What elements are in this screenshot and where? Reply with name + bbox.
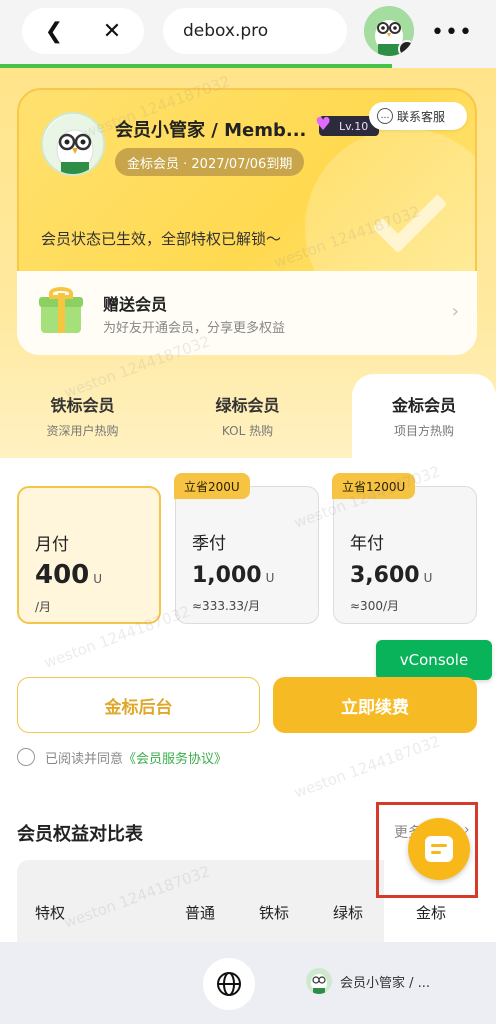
agreement-checkbox[interactable] — [17, 748, 35, 766]
floating-chat-button[interactable] — [408, 818, 470, 880]
gift-subtitle: 为好友开通会员，分享更多权益 — [103, 321, 286, 336]
more-icon: ••• — [431, 19, 473, 45]
nav-pill: ❮ ✕ — [22, 8, 144, 54]
tab-green[interactable]: 绿标会员 KOL 热购 — [165, 374, 330, 458]
globe-icon — [217, 972, 241, 996]
member-name: 会员小管家 / Memb... — [115, 120, 307, 141]
column-header: 铁标 — [259, 904, 290, 922]
watermark: weston 1244187032 — [291, 732, 443, 802]
tab-title: 绿标会员 — [215, 396, 280, 415]
plan-period: 年付 — [350, 534, 384, 554]
close-button[interactable]: ✕ — [82, 8, 142, 54]
owl-avatar-icon — [306, 968, 332, 994]
vconsole-button[interactable]: vConsole — [376, 640, 492, 680]
tab-subtitle: 资深用户热购 — [46, 424, 119, 438]
column-header: 金标 — [416, 904, 447, 922]
plan-price: 3,600 U — [350, 563, 433, 588]
heart-icon: ♥ — [315, 114, 332, 135]
globe-button[interactable] — [203, 958, 255, 1010]
renew-button[interactable]: 立即续费 — [273, 677, 477, 733]
plan-card-yearly[interactable]: 立省1200U 年付 3,600 U ≈300/月 — [332, 473, 477, 624]
agreement-text: 已阅读并同意 — [45, 751, 124, 767]
tab-subtitle: 项目方热购 — [393, 424, 454, 438]
contact-label: 联系客服 — [397, 109, 446, 124]
close-icon: ✕ — [102, 18, 122, 44]
chat-bubble-icon: … — [377, 108, 393, 124]
tab-title: 金标会员 — [391, 396, 456, 415]
savings-tag: 立省1200U — [332, 473, 416, 499]
mini-app-tab[interactable]: 会员小管家 / ... — [306, 968, 430, 994]
savings-tag: 立省200U — [174, 473, 250, 499]
column-header: 特权 — [35, 904, 66, 922]
agreement-link[interactable]: 《会员服务协议》 — [123, 748, 227, 767]
plan-period: 季付 — [192, 534, 226, 554]
gift-box-icon — [39, 287, 83, 333]
plan-card-quarterly[interactable]: 立省200U 季付 1,000 U ≈333.33/月 — [174, 473, 319, 624]
tier-tabs: 铁标会员 资深用户热购 绿标会员 KOL 热购 金标会员 项目方热购 — [0, 374, 496, 458]
message-icon — [425, 836, 453, 862]
membership-page: 会员小管家 / Memb... ♥ Lv.10 … 联系客服 金标会员 · 20… — [0, 68, 496, 1024]
gift-title: 赠送会员 — [103, 295, 168, 314]
more-button[interactable]: ••• — [431, 12, 473, 52]
user-avatar[interactable] — [364, 6, 414, 56]
url-bar[interactable]: debox.pro — [163, 8, 347, 54]
gold-dashboard-button[interactable]: 金标后台 — [17, 677, 260, 733]
plan-price: 400 U — [35, 560, 103, 590]
bottom-bar: 会员小管家 / ... — [0, 942, 496, 1024]
owl-avatar-icon — [43, 114, 103, 174]
benefits-title: 会员权益对比表 — [17, 824, 143, 845]
plan-per-month: ≈300/月 — [350, 599, 400, 613]
plan-per-month: ≈333.33/月 — [192, 599, 261, 613]
column-header: 绿标 — [333, 904, 364, 922]
agreement-row: 已阅读并同意 《会员服务协议》 — [17, 746, 227, 768]
plan-price: 1,000 U — [192, 563, 275, 588]
tab-title: 铁标会员 — [50, 396, 115, 415]
back-icon: ❮ — [44, 18, 64, 44]
gift-membership-row[interactable]: 赠送会员 为好友开通会员，分享更多权益 › — [17, 271, 477, 355]
tab-iron[interactable]: 铁标会员 资深用户热购 — [0, 374, 165, 458]
tab-gold[interactable]: 金标会员 项目方热购 — [352, 374, 496, 458]
membership-expiry-badge: 金标会员 · 2027/07/06到期 — [115, 148, 305, 176]
back-button[interactable]: ❮ — [24, 8, 84, 54]
member-avatar[interactable] — [41, 112, 105, 176]
column-header: 普通 — [185, 904, 216, 922]
plan-period: 月付 — [35, 535, 69, 555]
browser-top-bar: ❮ ✕ debox.pro ••• — [0, 0, 496, 64]
plan-card-monthly[interactable]: 月付 400 U /月 — [17, 486, 161, 624]
plan-per-month: /月 — [35, 600, 52, 614]
contact-support-button[interactable]: … 联系客服 — [369, 102, 467, 130]
mini-app-name: 会员小管家 / ... — [340, 975, 431, 991]
level-text: Lv.10 — [339, 119, 369, 133]
membership-status-text: 会员状态已生效，全部特权已解锁～ — [41, 230, 282, 248]
tab-subtitle: KOL 热购 — [221, 424, 274, 438]
url-text: debox.pro — [183, 21, 269, 41]
badge-icon — [398, 40, 414, 56]
chevron-right-icon: › — [451, 301, 459, 322]
